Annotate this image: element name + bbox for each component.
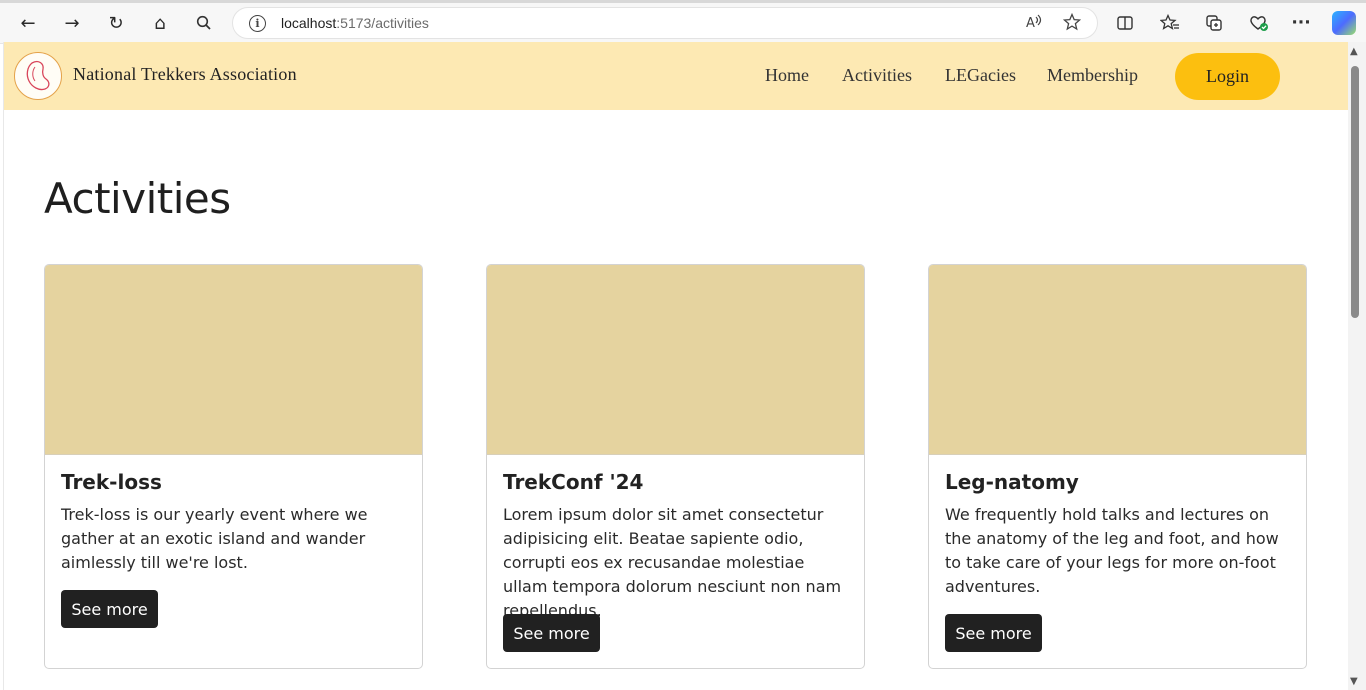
brand-name[interactable]: National Trekkers Association [73, 64, 297, 85]
nav-activities[interactable]: Activities [842, 65, 912, 86]
nav-membership[interactable]: Membership [1047, 65, 1138, 86]
card-image-placeholder [45, 265, 422, 455]
reload-icon[interactable]: ↻ [102, 9, 130, 37]
login-button[interactable]: Login [1175, 53, 1280, 100]
read-aloud-icon[interactable]: A [1025, 13, 1043, 35]
site-header: National Trekkers Association Home Activ… [4, 42, 1348, 110]
scroll-up-icon[interactable]: ▲ [1350, 46, 1358, 57]
tab-strip [0, 0, 1366, 3]
forward-icon[interactable]: → [58, 9, 86, 37]
home-icon[interactable]: ⌂ [146, 9, 174, 37]
card-description: Trek-loss is our yearly event where we g… [61, 505, 368, 572]
browser-toolbar: ← → ↻ ⌂ i localhost:5173/activities A ··… [0, 0, 1366, 44]
page-viewport: National Trekkers Association Home Activ… [3, 42, 1348, 690]
favorites-icon[interactable] [1157, 10, 1183, 36]
card-title: Leg-natomy [945, 470, 1079, 494]
collections-icon[interactable] [1201, 10, 1227, 36]
url-text[interactable]: localhost:5173/activities [281, 15, 429, 31]
card-image-placeholder [929, 265, 1306, 455]
scrollbar-thumb[interactable] [1351, 66, 1359, 318]
card-title: TrekConf '24 [503, 470, 644, 494]
logo-icon[interactable] [14, 52, 62, 100]
card-description: We frequently hold talks and lectures on… [945, 505, 1279, 596]
scroll-down-icon[interactable]: ▼ [1350, 676, 1358, 687]
split-screen-icon[interactable] [1112, 10, 1138, 36]
see-more-button[interactable]: See more [945, 614, 1042, 652]
favorite-star-icon[interactable] [1062, 12, 1082, 35]
activity-card: Trek-loss Trek-loss is our yearly event … [44, 264, 423, 669]
svg-text:A: A [1026, 16, 1035, 31]
back-icon[interactable]: ← [14, 9, 42, 37]
activity-card: Leg-natomy We frequently hold talks and … [928, 264, 1307, 669]
browser-essentials-icon[interactable] [1246, 10, 1272, 36]
see-more-button[interactable]: See more [503, 614, 600, 652]
search-icon[interactable] [190, 9, 218, 37]
card-image-placeholder [487, 265, 864, 455]
see-more-button[interactable]: See more [61, 590, 158, 628]
address-bar[interactable]: i localhost:5173/activities A [232, 7, 1098, 39]
page-title: Activities [44, 174, 231, 223]
site-info-icon[interactable]: i [249, 15, 266, 32]
card-description: Lorem ipsum dolor sit amet consectetur a… [503, 505, 842, 620]
copilot-icon[interactable] [1332, 11, 1356, 35]
card-title: Trek-loss [61, 470, 162, 494]
nav-legacies[interactable]: LEGacies [945, 65, 1016, 86]
activity-card: TrekConf '24 Lorem ipsum dolor sit amet … [486, 264, 865, 669]
nav-home[interactable]: Home [765, 65, 809, 86]
more-options-icon[interactable]: ··· [1288, 10, 1314, 36]
